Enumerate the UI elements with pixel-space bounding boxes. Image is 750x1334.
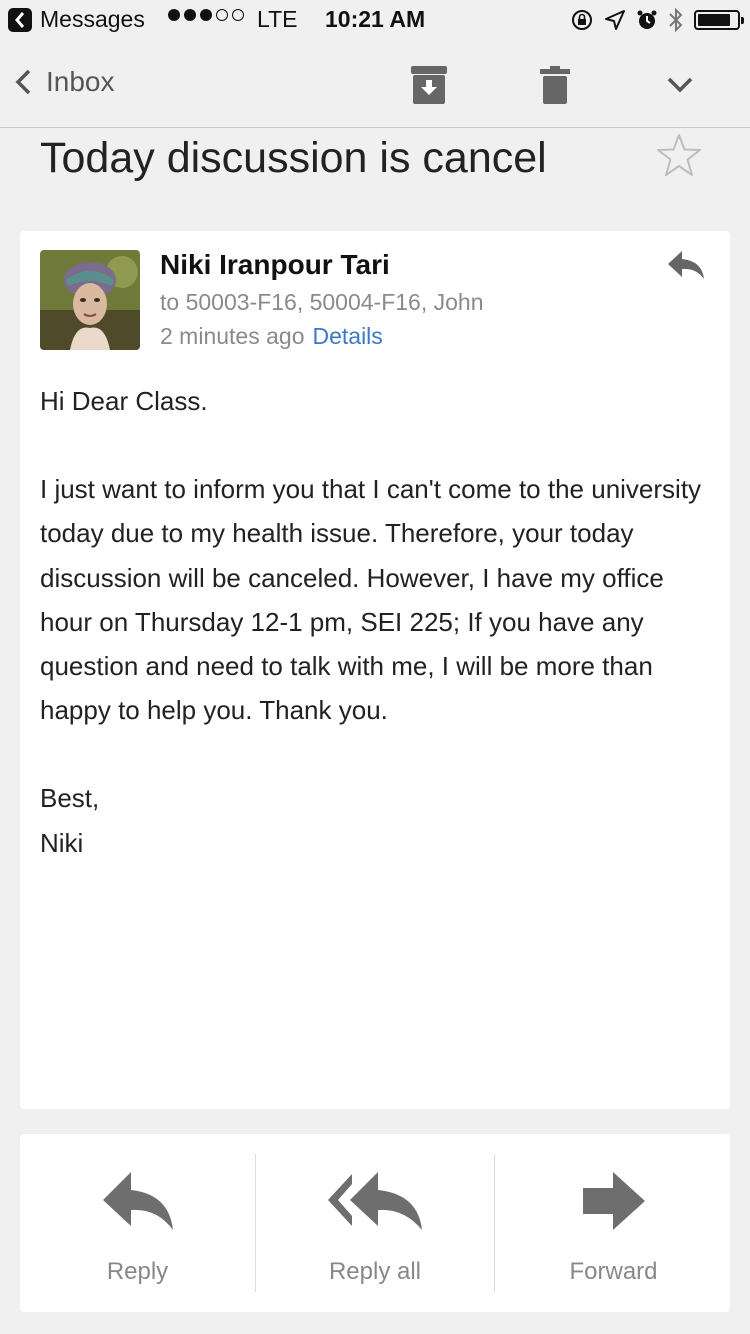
status-bar: Messages LTE 10:21 AM xyxy=(0,0,750,40)
email-greeting: Hi Dear Class. xyxy=(40,386,208,416)
action-bar: Reply Reply all Forward xyxy=(20,1134,730,1312)
timestamp-line: 2 minutes ago Details xyxy=(160,323,383,350)
chevron-left-icon xyxy=(15,69,31,95)
email-signoff: Best, xyxy=(40,783,100,814)
battery-icon xyxy=(694,10,744,30)
signal-dot xyxy=(168,9,180,21)
rotation-lock-icon xyxy=(572,10,592,30)
reply-button-header[interactable] xyxy=(666,249,706,286)
reply-button[interactable]: Reply xyxy=(20,1154,255,1292)
signal-dot xyxy=(216,9,228,21)
reply-all-button[interactable]: Reply all xyxy=(255,1154,494,1292)
reply-all-icon xyxy=(328,1172,422,1230)
email-subject: Today discussion is cancel xyxy=(40,134,547,182)
nav-bar: Inbox xyxy=(0,40,750,128)
message-card: Niki Iranpour Tari to 50003-F16, 50004-F… xyxy=(20,231,730,1109)
email-body: Hi Dear Class. I just want to inform you… xyxy=(40,379,720,865)
signal-dot xyxy=(184,9,196,21)
reply-icon xyxy=(102,1172,173,1230)
bluetooth-icon xyxy=(669,7,683,33)
battery-level xyxy=(698,14,730,26)
timestamp: 2 minutes ago xyxy=(160,323,305,349)
sender-name[interactable]: Niki Iranpour Tari xyxy=(160,249,390,281)
network-type: LTE xyxy=(257,6,298,32)
archive-button[interactable] xyxy=(411,66,447,109)
back-label: Inbox xyxy=(46,66,115,97)
chevron-down-icon xyxy=(667,77,693,93)
reply-all-label: Reply all xyxy=(328,1258,422,1285)
delete-button[interactable] xyxy=(540,66,570,109)
back-to-inbox-button[interactable]: Inbox xyxy=(14,66,115,98)
trash-icon xyxy=(540,66,570,104)
clock: 10:21 AM xyxy=(325,6,426,32)
email-signature: Niki xyxy=(40,827,84,858)
reply-label: Reply xyxy=(106,1258,169,1285)
recipients-line: to 50003-F16, 50004-F16, John xyxy=(160,289,484,315)
star-button[interactable] xyxy=(656,133,702,182)
more-options-button[interactable] xyxy=(666,76,694,99)
back-to-app-label[interactable]: Messages xyxy=(40,6,145,33)
forward-button[interactable]: Forward xyxy=(494,1154,732,1292)
forward-label: Forward xyxy=(569,1258,658,1285)
email-paragraph: I just want to inform you that I can't c… xyxy=(40,474,702,726)
sender-avatar[interactable] xyxy=(40,250,140,350)
forward-arrow-icon xyxy=(582,1172,645,1230)
star-icon xyxy=(657,134,701,176)
reply-icon xyxy=(668,251,704,279)
back-to-app-icon[interactable] xyxy=(8,8,32,32)
status-icons xyxy=(570,7,744,33)
alarm-icon xyxy=(637,10,657,29)
archive-icon xyxy=(411,66,447,104)
signal-dot xyxy=(232,9,244,21)
signal-strength-icon xyxy=(168,9,244,21)
details-link[interactable]: Details xyxy=(312,323,382,349)
location-icon xyxy=(605,10,625,30)
signal-dot xyxy=(200,9,212,21)
